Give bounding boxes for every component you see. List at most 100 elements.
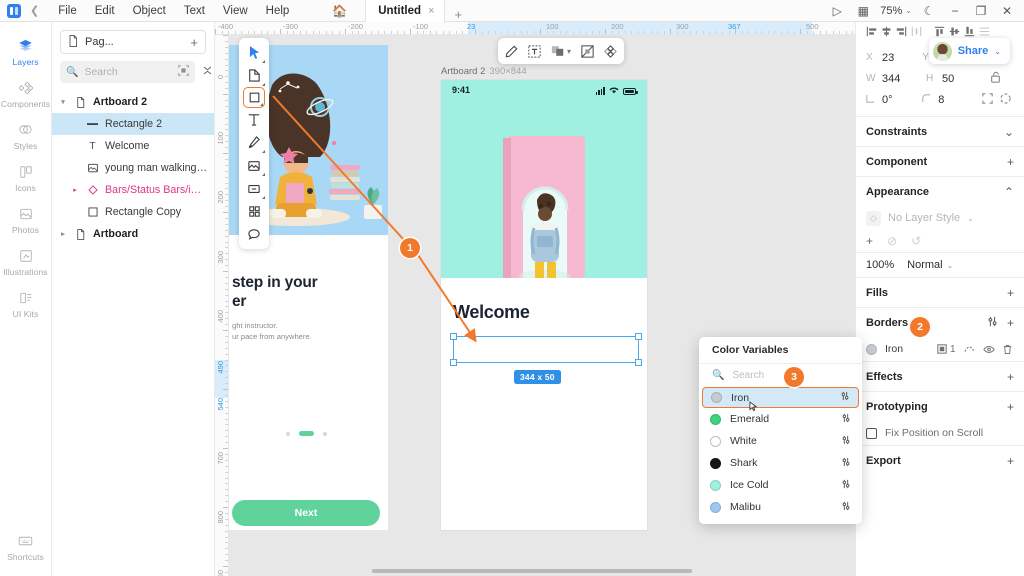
border-item-row[interactable]: Iron 1 (856, 337, 1024, 361)
rotation-field[interactable]: 0° (866, 94, 922, 106)
close-icon[interactable]: × (428, 5, 434, 17)
independent-corners-icon[interactable] (978, 92, 996, 107)
layer-row-rectangle-2[interactable]: Rectangle 2 (52, 113, 214, 135)
radius-field[interactable]: 8 (922, 94, 978, 106)
focus-selection-icon[interactable] (178, 65, 190, 79)
border-position-icon[interactable]: 1 (937, 344, 956, 355)
text-tool[interactable] (242, 108, 266, 131)
border-color-swatch[interactable] (866, 343, 877, 355)
boolean-ops-icon[interactable]: ▾ (551, 45, 571, 57)
rectangle-tool[interactable] (243, 87, 265, 108)
sliders-icon[interactable] (841, 435, 851, 448)
new-tab-button[interactable]: + (445, 7, 473, 22)
add-border-button[interactable]: + (1007, 316, 1014, 330)
section-header-export[interactable]: Export + (856, 446, 1024, 475)
eye-icon[interactable] (982, 345, 995, 354)
zoom-level-control[interactable]: 75% ⌄ (876, 5, 916, 17)
border-style-icon[interactable] (964, 344, 975, 354)
layers-search-box[interactable]: 🔍 (60, 61, 196, 83)
color-variable-white[interactable]: White (699, 430, 862, 452)
rail-item-layers[interactable]: Layers (0, 30, 52, 72)
twisty-icon[interactable]: ▾ (58, 98, 68, 106)
w-field[interactable]: W 344 (866, 73, 926, 85)
section-header-constraints[interactable]: Constraints ⌄ (856, 117, 1024, 146)
section-header-component[interactable]: Component + (856, 147, 1024, 176)
chevron-up-icon[interactable]: ⌃ (1004, 185, 1014, 199)
twisty-icon[interactable]: ▸ (70, 186, 80, 194)
section-header-effects[interactable]: Effects + (856, 362, 1024, 391)
menu-edit[interactable]: Edit (86, 3, 124, 19)
border-settings-icon[interactable] (987, 316, 998, 330)
tab-untitled[interactable]: Untitled × (365, 0, 445, 22)
color-variables-search[interactable]: 🔍 (699, 363, 862, 387)
layer-row-young-man-walking-up-stairs[interactable]: young man walking up stairs (52, 157, 214, 179)
moon-icon[interactable]: ☾ (916, 0, 942, 22)
smooth-corners-icon[interactable] (996, 92, 1014, 107)
selection-rectangle[interactable] (450, 333, 642, 366)
opacity-value[interactable]: 100% (866, 259, 894, 271)
add-export-button[interactable]: + (1007, 454, 1014, 468)
sliders-icon[interactable] (841, 457, 851, 470)
sliders-icon[interactable] (840, 391, 850, 404)
image-tool[interactable] (242, 154, 266, 177)
trash-icon[interactable] (1003, 344, 1012, 355)
add-fill-button[interactable]: + (1007, 286, 1014, 300)
resize-handle-top-left[interactable] (450, 333, 457, 340)
rail-item-ui-kits[interactable]: UI Kits (0, 282, 52, 324)
fix-position-row[interactable]: Fix Position on Scroll (856, 421, 1024, 445)
align-left-icon[interactable] (864, 26, 879, 40)
rail-item-styles[interactable]: Styles (0, 114, 52, 156)
page-selector[interactable]: Pag... + (60, 30, 206, 54)
chevron-down-icon[interactable]: ⌄ (1004, 125, 1014, 139)
section-header-borders[interactable]: Borders + (856, 308, 1024, 337)
vertical-ruler[interactable]: 0 100 200 300 400 490 540 700 800 900 (215, 35, 229, 576)
sliders-icon[interactable] (841, 479, 851, 492)
chevron-down-icon[interactable]: ⌄ (947, 261, 954, 270)
collapse-all-icon[interactable] (200, 63, 215, 81)
color-variable-malibu[interactable]: Malibu (699, 496, 862, 518)
edit-pencil-icon[interactable] (505, 45, 518, 58)
sliders-icon[interactable] (841, 501, 851, 514)
minimize-button[interactable]: − (942, 0, 968, 22)
reset-layer-style-button[interactable]: ↺ (911, 234, 921, 248)
comment-tool[interactable] (242, 223, 266, 246)
app-logo-icon[interactable] (7, 3, 21, 18)
sliders-icon[interactable] (841, 413, 851, 426)
layer-row-welcome[interactable]: T Welcome (52, 135, 214, 157)
horizontal-ruler[interactable]: -400 -300 -200 -100 23 100 200 300 367 5… (215, 22, 855, 35)
section-header-fills[interactable]: Fills + (856, 278, 1024, 307)
apply-layer-style-button[interactable]: ⊘ (887, 234, 897, 248)
pen-tool[interactable] (242, 64, 266, 87)
text-box-icon[interactable] (528, 44, 541, 58)
menu-file[interactable]: File (49, 3, 86, 19)
play-icon[interactable]: ▷ (824, 0, 850, 22)
maximize-button[interactable]: ❐ (968, 0, 994, 22)
add-component-button[interactable]: + (1007, 155, 1014, 169)
h-field[interactable]: H 50 (926, 73, 986, 85)
add-effect-button[interactable]: + (1007, 370, 1014, 384)
rail-item-shortcuts[interactable]: Shortcuts (0, 525, 52, 576)
layer-row-artboard[interactable]: ▸ Artboard (52, 223, 214, 245)
chevron-left-icon[interactable]: ❮ (30, 4, 39, 17)
rail-item-photos[interactable]: Photos (0, 198, 52, 240)
grid-icon[interactable]: ▦ (850, 0, 876, 22)
distribute-h-icon[interactable] (909, 26, 924, 40)
color-variable-ice-cold[interactable]: Ice Cold (699, 474, 862, 496)
add-prototype-button[interactable]: + (1007, 400, 1014, 414)
section-constraints[interactable]: Constraints ⌄ (856, 116, 1024, 146)
lock-aspect-icon[interactable] (986, 71, 1005, 86)
mask-icon[interactable] (581, 44, 594, 58)
section-component[interactable]: Component + (856, 146, 1024, 176)
section-export[interactable]: Export + (856, 445, 1024, 475)
align-right-icon[interactable] (894, 26, 909, 40)
resize-handle-bottom-left[interactable] (450, 359, 457, 366)
layers-search-input[interactable] (84, 66, 173, 78)
align-center-h-icon[interactable] (879, 26, 894, 40)
layer-row-artboard-2[interactable]: ▾ Artboard 2 (52, 91, 214, 113)
button-tool[interactable] (242, 177, 266, 200)
layer-row-status-bar-symbol[interactable]: ▸ Bars/Status Bars/iPhone/Lig... (52, 179, 214, 201)
blend-mode-value[interactable]: Normal (907, 259, 942, 271)
flatten-icon[interactable] (604, 44, 617, 58)
components-tool[interactable] (242, 200, 266, 223)
section-header-prototyping[interactable]: Prototyping + (856, 392, 1024, 421)
